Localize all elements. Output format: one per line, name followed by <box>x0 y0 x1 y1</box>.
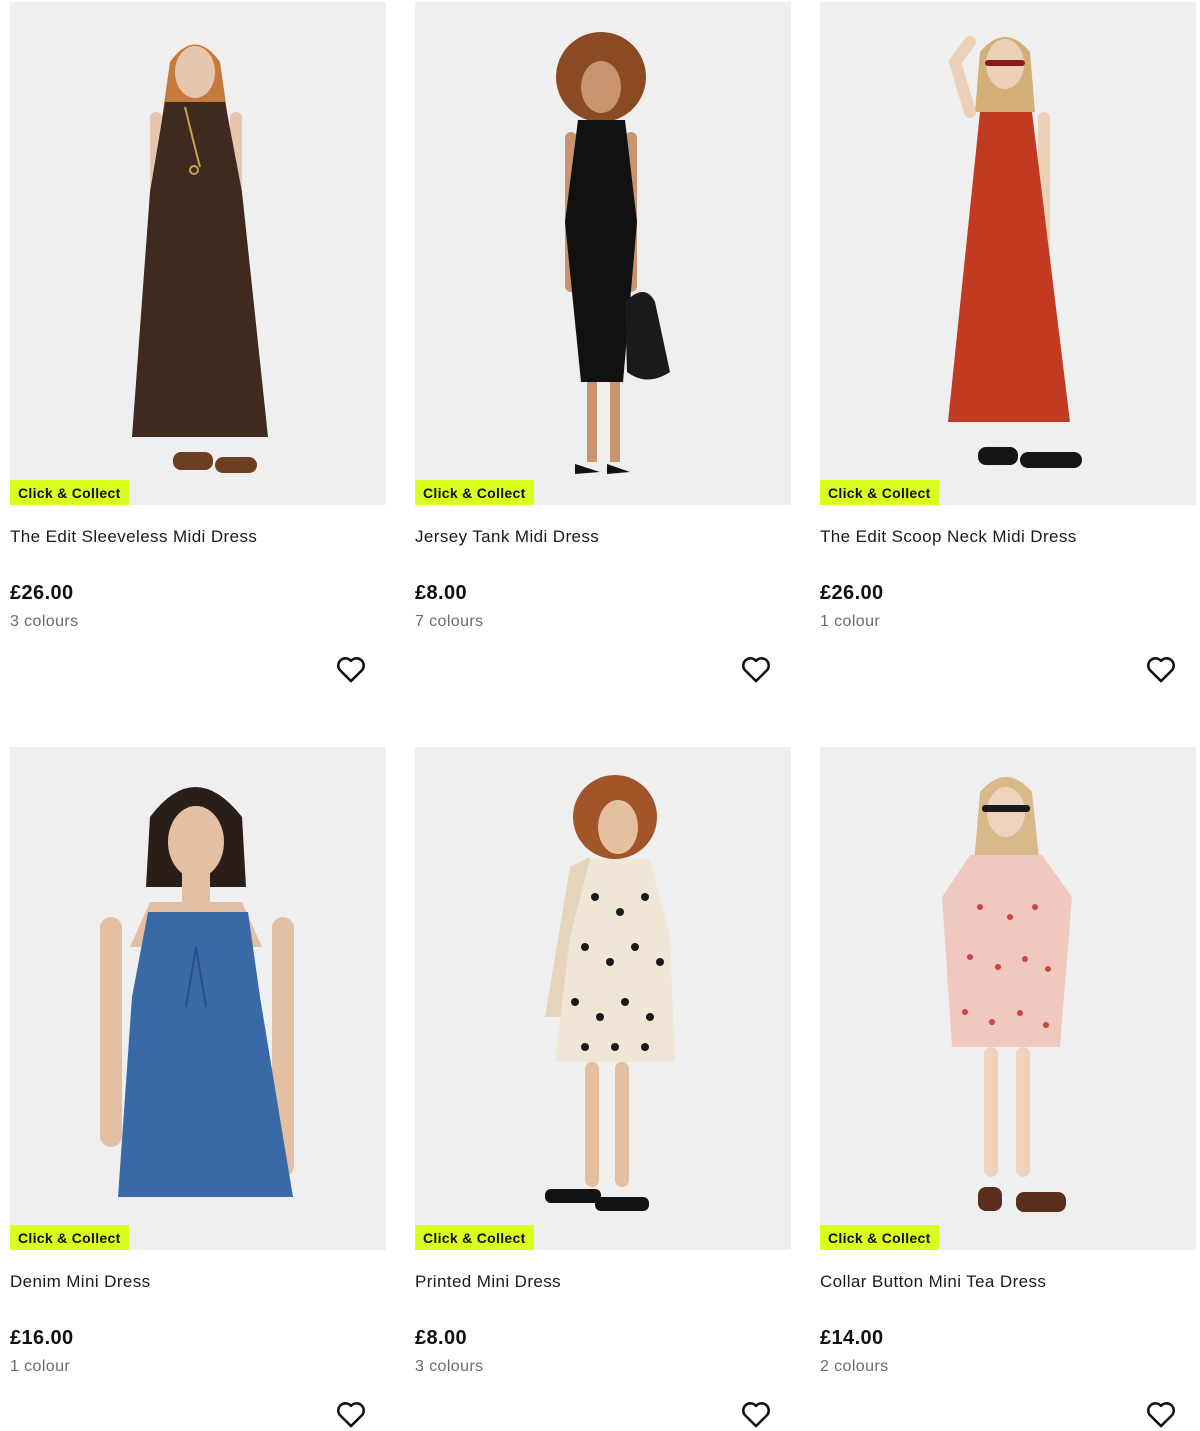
model-photo <box>820 747 1196 1250</box>
heart-icon <box>1147 1402 1175 1428</box>
product-image[interactable]: Click & Collect <box>820 2 1196 505</box>
product-title[interactable]: The Edit Sleeveless Midi Dress <box>10 527 257 547</box>
wishlist-button[interactable] <box>739 1397 773 1431</box>
product-card[interactable]: Click & Collect Printed Mini Dress £8.00… <box>415 747 791 1428</box>
click-collect-badge: Click & Collect <box>10 1225 129 1250</box>
product-card[interactable]: Click & Collect Collar Button Mini Tea D… <box>820 747 1196 1428</box>
model-photo <box>820 2 1196 505</box>
click-collect-badge: Click & Collect <box>820 480 939 505</box>
colour-count: 2 colours <box>820 1358 889 1375</box>
click-collect-badge: Click & Collect <box>415 480 534 505</box>
product-card[interactable]: Click & Collect The Edit Scoop Neck Midi… <box>820 2 1196 683</box>
product-price: £8.00 <box>415 1327 468 1349</box>
product-title[interactable]: Printed Mini Dress <box>415 1272 561 1292</box>
heart-icon <box>1147 657 1175 683</box>
wishlist-button[interactable] <box>1144 652 1178 686</box>
wishlist-button[interactable] <box>1144 1397 1178 1431</box>
product-image[interactable]: Click & Collect <box>10 2 386 505</box>
model-photo <box>415 2 791 505</box>
colour-count: 1 colour <box>10 1358 71 1375</box>
product-title[interactable]: Jersey Tank Midi Dress <box>415 527 599 547</box>
heart-icon <box>742 1402 770 1428</box>
colour-count: 3 colours <box>10 613 79 630</box>
product-image[interactable]: Click & Collect <box>820 747 1196 1250</box>
product-title[interactable]: The Edit Scoop Neck Midi Dress <box>820 527 1077 547</box>
wishlist-button[interactable] <box>334 1397 368 1431</box>
wishlist-button[interactable] <box>334 652 368 686</box>
product-card[interactable]: Click & Collect Jersey Tank Midi Dress £… <box>415 2 791 683</box>
product-card[interactable]: Click & Collect Denim Mini Dress £16.00 … <box>10 747 386 1428</box>
wishlist-button[interactable] <box>739 652 773 686</box>
colour-count: 1 colour <box>820 613 881 630</box>
heart-icon <box>337 657 365 683</box>
heart-icon <box>742 657 770 683</box>
product-image[interactable]: Click & Collect <box>415 747 791 1250</box>
product-card[interactable]: Click & Collect The Edit Sleeveless Midi… <box>10 2 386 683</box>
product-grid: Click & Collect The Edit Sleeveless Midi… <box>0 0 1200 1429</box>
product-title[interactable]: Collar Button Mini Tea Dress <box>820 1272 1046 1292</box>
dress-shape <box>942 855 1072 1047</box>
product-price: £26.00 <box>10 582 74 604</box>
click-collect-badge: Click & Collect <box>415 1225 534 1250</box>
colour-count: 7 colours <box>415 613 484 630</box>
product-price: £8.00 <box>415 582 468 604</box>
product-price: £14.00 <box>820 1327 884 1349</box>
product-image[interactable]: Click & Collect <box>10 747 386 1250</box>
model-photo <box>10 747 386 1250</box>
product-title[interactable]: Denim Mini Dress <box>10 1272 151 1292</box>
model-photo <box>415 747 791 1250</box>
heart-icon <box>337 1402 365 1428</box>
product-price: £26.00 <box>820 582 884 604</box>
colour-count: 3 colours <box>415 1358 484 1375</box>
click-collect-badge: Click & Collect <box>820 1225 939 1250</box>
click-collect-badge: Click & Collect <box>10 480 129 505</box>
model-photo <box>10 2 386 505</box>
product-price: £16.00 <box>10 1327 74 1349</box>
product-image[interactable]: Click & Collect <box>415 2 791 505</box>
